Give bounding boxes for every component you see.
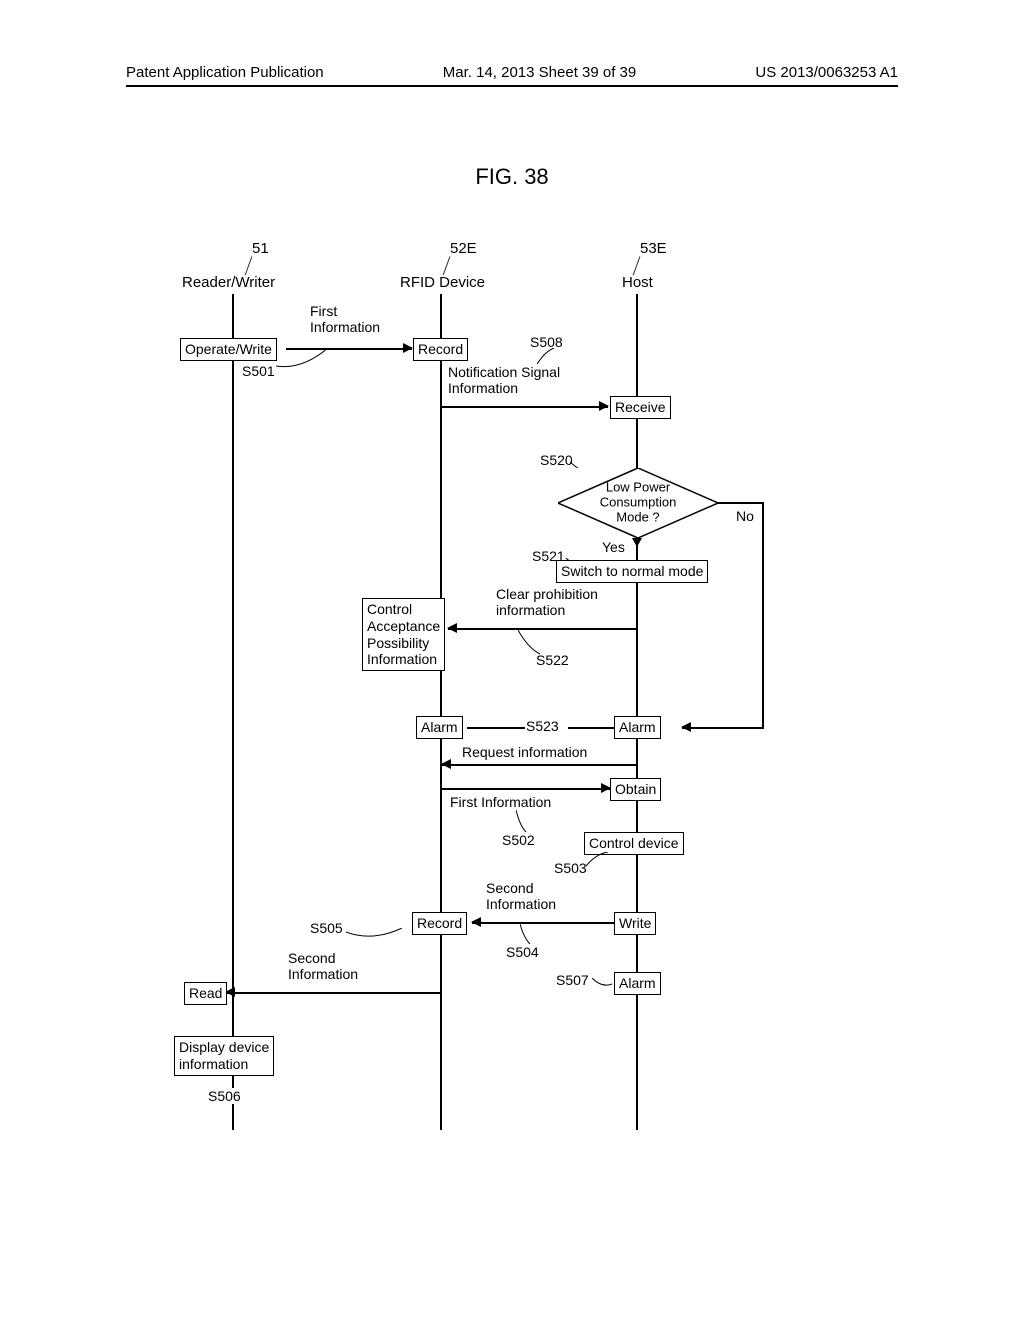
alarm-host-box-2: Alarm <box>614 972 661 995</box>
header-divider <box>126 85 898 87</box>
lifeline-host <box>636 294 638 1130</box>
arrow-first-info-2 <box>442 788 610 790</box>
alarm-rfid-box: Alarm <box>416 716 463 739</box>
arrow-read <box>226 992 440 994</box>
yes-label: Yes <box>602 539 625 555</box>
curve-s503 <box>586 852 610 870</box>
arrow-request-info <box>442 764 636 766</box>
second-info-label: Second Information <box>486 880 556 912</box>
curve-s502 <box>516 810 532 834</box>
header-left: Patent Application Publication <box>126 64 324 81</box>
figure-title: FIG. 38 <box>0 164 1024 190</box>
obtain-box: Obtain <box>610 778 661 801</box>
record-box-1: Record <box>413 338 468 361</box>
operate-write-box: Operate/Write <box>180 338 277 361</box>
lane-header-rfid: RFID Device <box>400 274 485 291</box>
first-info-label: First Information <box>310 303 380 335</box>
clear-prohib-label: Clear prohibition information <box>496 586 598 618</box>
lifeline-rfid <box>440 294 442 1130</box>
low-power-text: Low Power Consumption Mode ? <box>600 481 677 526</box>
lane-tick <box>245 256 254 275</box>
step-s507: S507 <box>556 972 589 988</box>
switch-normal-box: Switch to normal mode <box>556 560 708 583</box>
write-box: Write <box>614 912 656 935</box>
read-box: Read <box>184 982 227 1005</box>
record-box-2: Record <box>412 912 467 935</box>
arrow-notif <box>442 406 608 408</box>
step-s502: S502 <box>502 832 535 848</box>
no-branch-to-alarm <box>682 727 764 729</box>
yes-arrowhead-icon <box>632 538 642 547</box>
curve-s522 <box>518 630 544 656</box>
step-s505: S505 <box>310 920 343 936</box>
lane-number-host: 53E <box>640 240 667 257</box>
lane-header-host: Host <box>622 274 653 291</box>
s523-line-left <box>467 727 525 729</box>
lane-tick <box>633 256 642 275</box>
step-s503: S503 <box>554 860 587 876</box>
lane-header-reader: Reader/Writer <box>182 274 275 291</box>
request-info-label: Request information <box>462 744 587 760</box>
lifeline-reader <box>232 294 234 1130</box>
step-s523: S523 <box>526 718 559 734</box>
header-center: Mar. 14, 2013 Sheet 39 of 39 <box>443 64 636 81</box>
no-label: No <box>736 508 754 524</box>
low-power-decision: Low Power Consumption Mode ? <box>558 468 718 538</box>
step-s504: S504 <box>506 944 539 960</box>
no-branch-h <box>718 502 764 504</box>
no-branch-v <box>762 502 764 728</box>
display-box: Display device information <box>174 1036 274 1076</box>
lane-number-reader: 51 <box>252 240 269 257</box>
lane-tick <box>443 256 452 275</box>
arrow-second-info <box>472 922 614 924</box>
curve-s507 <box>592 978 614 990</box>
lane-number-rfid: 52E <box>450 240 477 257</box>
notif-signal-label: Notification Signal Information <box>448 364 560 396</box>
curve-s501 <box>276 348 336 376</box>
curve-s505 <box>346 928 406 948</box>
receive-box: Receive <box>610 396 671 419</box>
first-info-2-label: First Information <box>450 794 551 810</box>
s523-line-right <box>568 727 614 729</box>
second-info-2-label: Second Information <box>288 950 358 982</box>
curve-s504 <box>520 924 536 946</box>
alarm-host-box-1: Alarm <box>614 716 661 739</box>
step-s506: S506 <box>208 1088 241 1104</box>
step-s520: S520 <box>540 452 573 468</box>
step-s501: S501 <box>242 363 275 379</box>
sequence-diagram: 51 52E 53E Reader/Writer RFID Device Hos… <box>0 240 1024 1140</box>
ctrl-accept-box: Control Acceptance Possibility Informati… <box>362 598 445 671</box>
header-right: US 2013/0063253 A1 <box>755 64 898 81</box>
